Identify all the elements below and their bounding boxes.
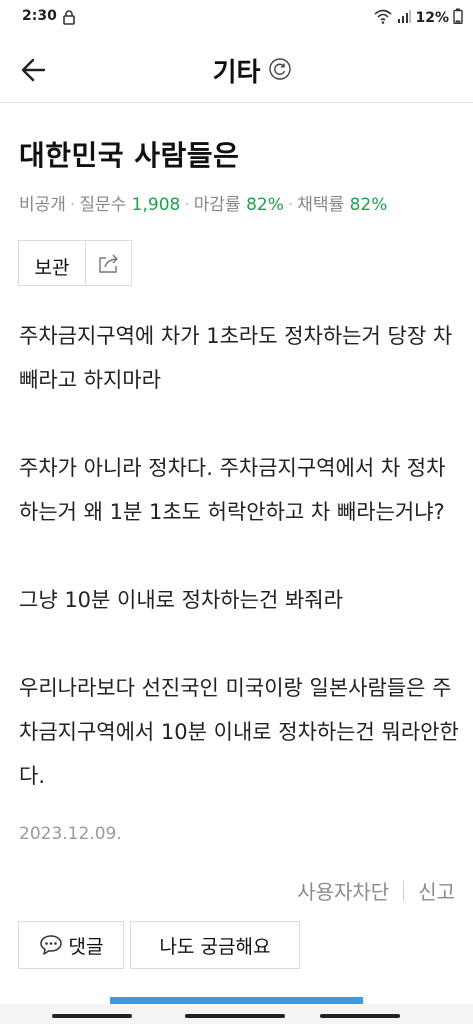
questions-label: 질문수 xyxy=(79,195,127,215)
body-paragraph: 주차가 아니라 정차다. 주차금지구역에서 차 정차하는거 왜 1분 1초도 허… xyxy=(19,456,446,524)
report-link[interactable]: 신고 xyxy=(418,876,455,905)
status-indicators: 12% xyxy=(373,8,463,28)
comment-icon xyxy=(39,935,62,955)
lock-icon xyxy=(62,9,76,25)
body-paragraph: 우리나라보다 선진국인 미국이랑 일본사람들은 주차금지구역에서 10분 이내로… xyxy=(19,676,459,788)
nav-back-button[interactable] xyxy=(320,1014,400,1018)
deadline-value: 82% xyxy=(246,195,284,215)
status-bar: 2:30 12% xyxy=(0,0,473,36)
battery-icon xyxy=(453,8,463,28)
deadline-label: 마감률 xyxy=(193,195,241,215)
signal-icon xyxy=(397,8,412,28)
comment-button[interactable]: 댓글 xyxy=(18,921,124,969)
nav-recent-button[interactable] xyxy=(52,1014,132,1018)
me-too-curious-button[interactable]: 나도 궁금해요 xyxy=(130,921,300,969)
question-title: 대한민국 사람들은 xyxy=(19,139,240,172)
question-meta: 비공개 · 질문수 1,908 · 마감률 82% · 채택률 82% xyxy=(19,195,388,215)
divider xyxy=(403,880,405,901)
block-user-link[interactable]: 사용자차단 xyxy=(297,876,389,905)
visibility-label: 비공개 xyxy=(19,195,66,215)
system-nav-bar xyxy=(0,1004,473,1024)
share-button[interactable] xyxy=(86,240,132,286)
question-body: 주차금지구역에 차가 1초라도 정차하는거 당장 차빼라고 하지마라 주차가 아… xyxy=(19,314,459,798)
refresh-icon[interactable] xyxy=(268,57,292,81)
body-paragraph: 그냥 10분 이내로 정차하는건 봐줘라 xyxy=(19,588,343,612)
app-header: 기타 xyxy=(0,36,473,103)
questions-value: 1,908 xyxy=(131,195,181,215)
battery-level: 12% xyxy=(415,10,449,26)
body-paragraph: 주차금지구역에 차가 1초라도 정차하는거 당장 차빼라고 하지마라 xyxy=(19,324,453,392)
share-icon xyxy=(98,254,118,273)
adopt-value: 82% xyxy=(349,195,388,215)
user-actions: 사용자차단 신고 xyxy=(297,876,455,905)
page-title: 기타 xyxy=(212,58,261,88)
question-actions: 보관 xyxy=(18,240,132,286)
nav-home-button[interactable] xyxy=(185,1014,285,1018)
save-button[interactable]: 보관 xyxy=(18,240,86,286)
question-date: 2023.12.09. xyxy=(19,824,122,844)
scroll-indicator xyxy=(110,997,363,1004)
status-time: 2:30 xyxy=(22,8,57,24)
adopt-label: 채택률 xyxy=(297,195,345,215)
comment-label: 댓글 xyxy=(68,935,104,958)
bottom-actions: 댓글 나도 궁금해요 xyxy=(18,921,300,969)
wifi-icon xyxy=(373,8,393,28)
